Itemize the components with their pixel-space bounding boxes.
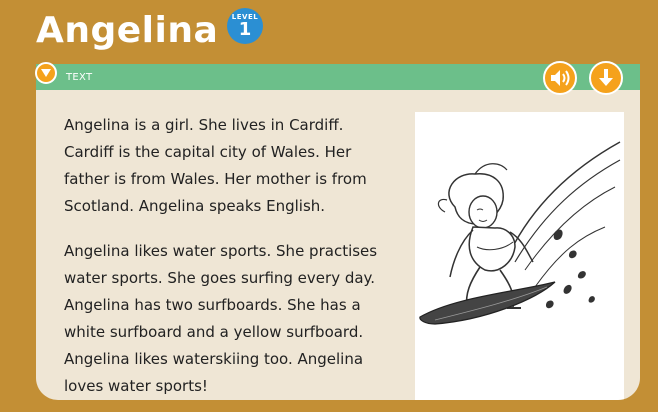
download-button[interactable] [589,61,623,95]
reading-text: Angelina is a girl. She lives in Cardiff… [64,112,394,400]
collapse-toggle-button[interactable] [35,62,57,84]
panel-tab-label: TEXT [66,72,93,83]
audio-button[interactable] [543,61,577,95]
paragraph: Angelina is a girl. She lives in Cardiff… [64,116,367,215]
paragraph: Angelina likes water sports. She practis… [64,242,378,395]
surfer-illustration [415,112,624,400]
page-title: Angelina [36,10,219,51]
level-badge: LEVEL 1 [227,8,263,44]
text-panel: TEXT Angelina is a girl. She lives in Ca… [36,64,640,400]
arrow-down-icon [599,69,613,86]
level-number: 1 [238,19,252,40]
speaker-icon [551,70,570,86]
surfer-drawing [419,141,621,325]
triangle-down-icon [41,69,51,77]
